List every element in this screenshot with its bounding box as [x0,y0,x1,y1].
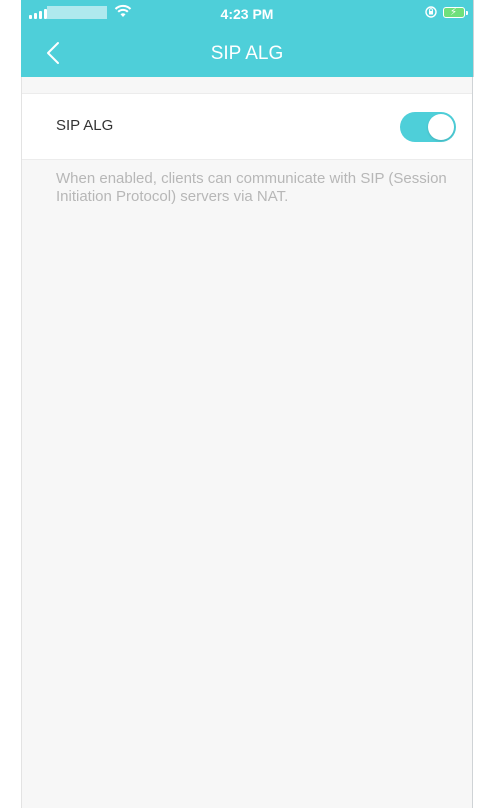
phone-screen: 4:23 PM ⚡ SIP ALG SIP ALG When enabled, … [0,0,477,808]
sip-alg-label: SIP ALG [56,117,114,134]
status-time: 4:23 PM [220,6,274,22]
sip-alg-row: SIP ALG [22,93,472,160]
settings-content: SIP ALG When enabled, clients can commun… [21,77,473,808]
sip-alg-description: When enabled, clients can communicate wi… [56,170,447,205]
toggle-knob [428,114,454,140]
rotation-lock-icon [425,6,437,18]
sip-alg-toggle[interactable] [400,112,456,142]
app-header: 4:23 PM ⚡ SIP ALG [21,0,474,77]
status-bar: 4:23 PM ⚡ [21,0,473,30]
battery-charging-icon: ⚡ [443,6,468,18]
status-right-icons: ⚡ [425,6,468,18]
page-title: SIP ALG [210,43,284,64]
nav-bar: SIP ALG [21,30,473,77]
